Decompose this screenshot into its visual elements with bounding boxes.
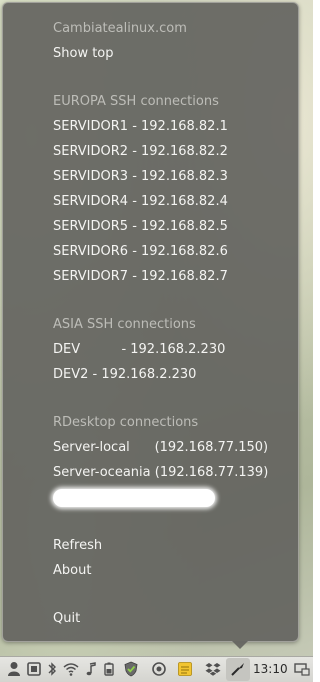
- menu-item-servidor3[interactable]: SERVIDOR3 - 192.168.82.3: [53, 169, 228, 185]
- menu-item-server-oceania[interactable]: Server-oceania (192.168.77.139): [53, 465, 268, 481]
- ssh-menu-icon[interactable]: [230, 661, 246, 677]
- display-icon[interactable]: [294, 661, 310, 677]
- menu-site-title: Cambiatealinux.com: [53, 21, 187, 36]
- menu-section-header-europa: EUROPA SSH connections: [53, 94, 219, 109]
- menu-section-header-asia: ASIA SSH connections: [53, 317, 196, 332]
- menu-item-quit[interactable]: Quit: [53, 611, 80, 627]
- menu-item-dev2[interactable]: DEV2 - 192.168.2.230: [53, 367, 196, 383]
- menu-item-servidor7[interactable]: SERVIDOR7 - 192.168.82.7: [53, 269, 228, 285]
- notes-icon[interactable]: [177, 661, 193, 677]
- menu-item-show-top[interactable]: Show top: [53, 46, 114, 62]
- ssh-menu-popup: Cambiatealinux.com Show top EUROPA SSH c…: [2, 2, 299, 642]
- menu-item-servidor4[interactable]: SERVIDOR4 - 192.168.82.4: [53, 194, 228, 210]
- system-tray-panel: 13:10: [0, 656, 313, 682]
- bluetooth-icon[interactable]: [44, 661, 60, 677]
- screenshot-icon[interactable]: [26, 661, 42, 677]
- redacted-menu-item[interactable]: [53, 489, 215, 507]
- menu-item-about[interactable]: About: [53, 563, 91, 579]
- wifi-icon[interactable]: [63, 661, 79, 677]
- music-icon[interactable]: [83, 661, 99, 677]
- menu-item-servidor1[interactable]: SERVIDOR1 - 192.168.82.1: [53, 119, 228, 135]
- menu-item-dev[interactable]: DEV - 192.168.2.230: [53, 342, 225, 358]
- menu-item-servidor2[interactable]: SERVIDOR2 - 192.168.82.2: [53, 144, 228, 160]
- menu-item-servidor6[interactable]: SERVIDOR6 - 192.168.82.6: [53, 244, 228, 260]
- battery-icon[interactable]: [101, 661, 117, 677]
- dropbox-icon[interactable]: [205, 661, 221, 677]
- menu-section-header-rdesktop: RDesktop connections: [53, 415, 199, 430]
- menu-pointer-arrow: [232, 641, 248, 649]
- menu-item-servidor5[interactable]: SERVIDOR5 - 192.168.82.5: [53, 219, 228, 235]
- clock-label[interactable]: 13:10: [253, 661, 288, 677]
- sync-icon[interactable]: [151, 661, 167, 677]
- shield-check-icon[interactable]: [123, 661, 139, 677]
- menu-item-refresh[interactable]: Refresh: [53, 538, 102, 554]
- user-icon[interactable]: [6, 661, 22, 677]
- menu-item-server-local[interactable]: Server-local (192.168.77.150): [53, 440, 268, 456]
